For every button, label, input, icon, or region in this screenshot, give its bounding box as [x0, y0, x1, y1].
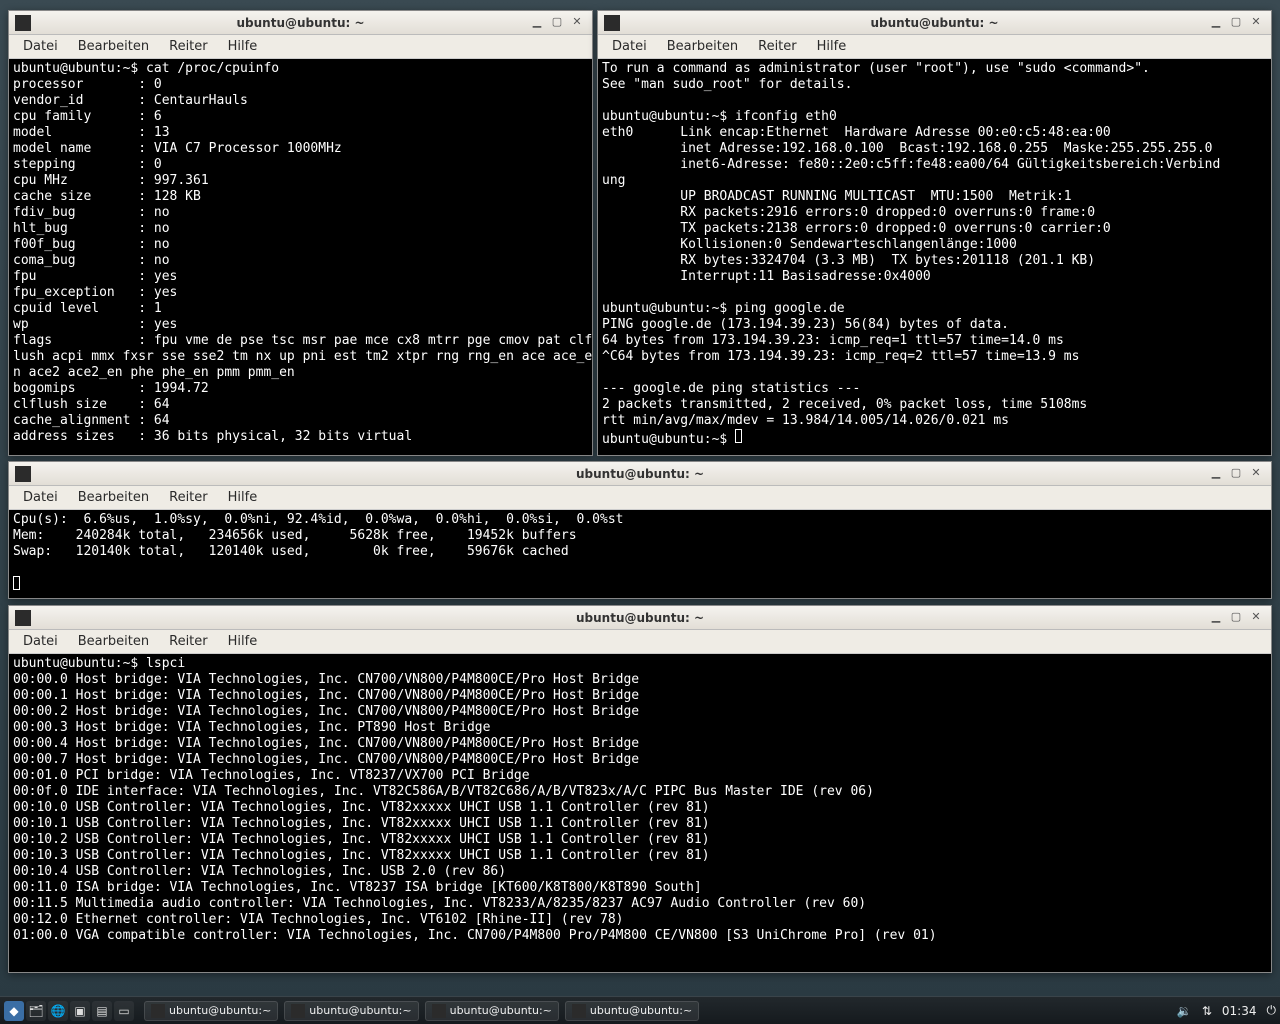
terminal-app-icon	[151, 1004, 165, 1018]
menubar: Datei Bearbeiten Reiter Hilfe	[9, 486, 1271, 510]
files-icon[interactable]: 🗂	[26, 1001, 46, 1021]
task-button-2[interactable]: ubuntu@ubuntu:~	[284, 1001, 418, 1021]
window-title: ubuntu@ubuntu: ~	[598, 16, 1271, 30]
menu-file[interactable]: Datei	[15, 487, 66, 508]
minimize-button[interactable]: ▁	[1207, 611, 1225, 625]
terminal-output[interactable]: To run a command as administrator (user …	[598, 59, 1271, 455]
menu-help[interactable]: Hilfe	[809, 36, 855, 57]
menu-edit[interactable]: Bearbeiten	[659, 36, 746, 57]
minimize-button[interactable]: ▁	[1207, 16, 1225, 30]
terminal-output[interactable]: ubuntu@ubuntu:~$ lspci 00:00.0 Host brid…	[9, 654, 1271, 972]
maximize-button[interactable]: ▢	[548, 16, 566, 30]
titlebar[interactable]: ubuntu@ubuntu: ~ ▁ ▢ ✕	[598, 11, 1271, 35]
minimize-button[interactable]: ▁	[1207, 467, 1225, 481]
network-icon[interactable]: ⇅	[1202, 1004, 1212, 1018]
task-label: ubuntu@ubuntu:~	[169, 1004, 271, 1017]
window-title: ubuntu@ubuntu: ~	[9, 611, 1271, 625]
window-title: ubuntu@ubuntu: ~	[9, 16, 592, 30]
terminal-app-icon	[604, 15, 620, 31]
menu-tabs[interactable]: Reiter	[161, 487, 216, 508]
menu-edit[interactable]: Bearbeiten	[70, 631, 157, 652]
show-desktop-icon[interactable]: ▭	[114, 1001, 134, 1021]
terminal-output[interactable]: Cpu(s): 6.6%us, 1.0%sy, 0.0%ni, 92.4%id,…	[9, 510, 1271, 598]
clock[interactable]: 01:34	[1222, 1004, 1257, 1018]
window-title: ubuntu@ubuntu: ~	[9, 467, 1271, 481]
menu-help[interactable]: Hilfe	[220, 631, 266, 652]
taskbar[interactable]: ◆ 🗂 🌐 ▣ ▤ ▭ ubuntu@ubuntu:~ ubuntu@ubunt…	[0, 996, 1280, 1024]
terminal-window-2[interactable]: ubuntu@ubuntu: ~ ▁ ▢ ✕ Datei Bearbeiten …	[597, 10, 1272, 456]
close-button[interactable]: ✕	[1247, 467, 1265, 481]
task-label: ubuntu@ubuntu:~	[590, 1004, 692, 1017]
menu-edit[interactable]: Bearbeiten	[70, 487, 157, 508]
close-button[interactable]: ✕	[568, 16, 586, 30]
terminal-app-icon	[432, 1004, 446, 1018]
terminal-window-3[interactable]: ubuntu@ubuntu: ~ ▁ ▢ ✕ Datei Bearbeiten …	[8, 461, 1272, 599]
terminal-output[interactable]: ubuntu@ubuntu:~$ cat /proc/cpuinfo proce…	[9, 59, 592, 455]
titlebar[interactable]: ubuntu@ubuntu: ~ ▁ ▢ ✕	[9, 462, 1271, 486]
task-button-4[interactable]: ubuntu@ubuntu:~	[565, 1001, 699, 1021]
menu-help[interactable]: Hilfe	[220, 36, 266, 57]
task-button-1[interactable]: ubuntu@ubuntu:~	[144, 1001, 278, 1021]
terminal-app-icon	[15, 15, 31, 31]
terminal-icon[interactable]: ▣	[70, 1001, 90, 1021]
menu-tabs[interactable]: Reiter	[161, 36, 216, 57]
terminal-window-1[interactable]: ubuntu@ubuntu: ~ ▁ ▢ ✕ Datei Bearbeiten …	[8, 10, 593, 456]
maximize-button[interactable]: ▢	[1227, 611, 1245, 625]
close-button[interactable]: ✕	[1247, 16, 1265, 30]
task-label: ubuntu@ubuntu:~	[450, 1004, 552, 1017]
menu-icon[interactable]: ◆	[4, 1001, 24, 1021]
menu-tabs[interactable]: Reiter	[161, 631, 216, 652]
menu-file[interactable]: Datei	[604, 36, 655, 57]
menu-edit[interactable]: Bearbeiten	[70, 36, 157, 57]
terminal-app-icon	[15, 610, 31, 626]
menubar: Datei Bearbeiten Reiter Hilfe	[598, 35, 1271, 59]
browser-icon[interactable]: 🌐	[48, 1001, 68, 1021]
task-button-3[interactable]: ubuntu@ubuntu:~	[425, 1001, 559, 1021]
cursor	[735, 429, 742, 443]
cursor	[13, 576, 20, 590]
terminal-app-icon	[291, 1004, 305, 1018]
menu-help[interactable]: Hilfe	[220, 487, 266, 508]
system-tray: 🔉 ⇅ 01:34 ⏻	[1177, 1003, 1276, 1018]
task-label: ubuntu@ubuntu:~	[309, 1004, 411, 1017]
editor-icon[interactable]: ▤	[92, 1001, 112, 1021]
minimize-button[interactable]: ▁	[528, 16, 546, 30]
launcher: ◆ 🗂 🌐 ▣ ▤ ▭	[4, 1001, 134, 1021]
menubar: Datei Bearbeiten Reiter Hilfe	[9, 35, 592, 59]
titlebar[interactable]: ubuntu@ubuntu: ~ ▁ ▢ ✕	[9, 606, 1271, 630]
menu-file[interactable]: Datei	[15, 36, 66, 57]
volume-icon[interactable]: 🔉	[1177, 1004, 1192, 1018]
close-button[interactable]: ✕	[1247, 611, 1265, 625]
maximize-button[interactable]: ▢	[1227, 467, 1245, 481]
titlebar[interactable]: ubuntu@ubuntu: ~ ▁ ▢ ✕	[9, 11, 592, 35]
terminal-app-icon	[572, 1004, 586, 1018]
menu-tabs[interactable]: Reiter	[750, 36, 805, 57]
menu-file[interactable]: Datei	[15, 631, 66, 652]
power-icon[interactable]: ⏻	[1267, 1003, 1277, 1018]
menubar: Datei Bearbeiten Reiter Hilfe	[9, 630, 1271, 654]
terminal-app-icon	[15, 466, 31, 482]
maximize-button[interactable]: ▢	[1227, 16, 1245, 30]
terminal-window-4[interactable]: ubuntu@ubuntu: ~ ▁ ▢ ✕ Datei Bearbeiten …	[8, 605, 1272, 973]
